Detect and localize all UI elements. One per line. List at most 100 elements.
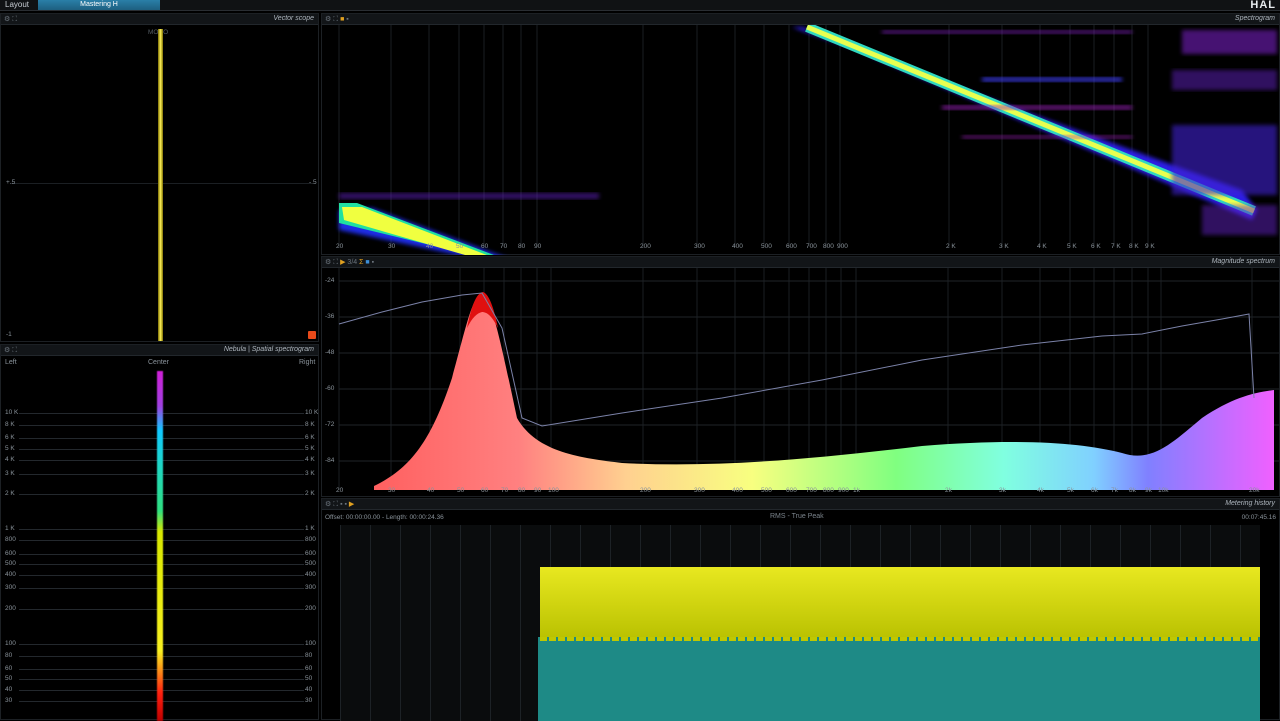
- nebula-freq-label-left: 4 K: [5, 456, 15, 463]
- spectrogram-freq-label: 20: [336, 243, 344, 250]
- panel-settings-icon[interactable]: ⚙ ⛶ ▶ 3/4 Σ ■ ▪: [325, 258, 374, 267]
- magnitude-freq-label: 400: [732, 487, 743, 494]
- nebula-freq-label-right: 800: [305, 536, 316, 543]
- nebula-title: Nebula | Spatial spectrogram: [223, 346, 314, 353]
- magnitude-freq-label: 800: [823, 487, 834, 494]
- nebula-freq-label-right: 50: [305, 675, 313, 682]
- vectorscope-panel: ⚙ ⛶ Vector scope MONO +.5 -.5 -1: [0, 13, 319, 342]
- history-grid-line: [490, 525, 491, 721]
- spectrogram-freq-label: 70: [500, 243, 508, 250]
- spectrogram-freq-label: 800: [823, 243, 834, 250]
- spectrogram-freq-label: 900: [837, 243, 848, 250]
- magnitude-freq-label: 9k: [1145, 487, 1152, 494]
- nebula-freq-label-left: 2 K: [5, 490, 15, 497]
- spectrogram-freq-label: 8 K: [1129, 243, 1139, 250]
- spectrogram-freq-label: 400: [732, 243, 743, 250]
- spectrogram-freq-label: 300: [694, 243, 705, 250]
- spectrogram-freq-label: 40: [426, 243, 434, 250]
- clip-indicator: [308, 331, 316, 339]
- history-grid-line: [370, 525, 371, 721]
- magnitude-freq-label: 80: [518, 487, 526, 494]
- magnitude-panel: ⚙ ⛶ ▶ 3/4 Σ ■ ▪ Magnitude spectrum 20 30 4…: [321, 256, 1280, 497]
- spectrogram-freq-label: 600: [786, 243, 797, 250]
- history-time: 00:07:45.16: [1241, 514, 1276, 521]
- history-grid-line: [460, 525, 461, 721]
- history-offset: Offset: 00:00:00.00 - Length: 00:00:24.3…: [325, 514, 444, 521]
- magnitude-title: Magnitude spectrum: [1211, 258, 1275, 265]
- spectrogram-title: Spectrogram: [1234, 15, 1275, 22]
- nebula-freq-label-left: 100: [5, 640, 16, 647]
- panel-settings-icon[interactable]: ⚙ ⛶ ▪ ▪ ▶: [325, 500, 354, 509]
- preset-tab-mastering[interactable]: Mastering H: [38, 0, 160, 10]
- nebula-freq-label-left: 6 K: [5, 434, 15, 441]
- spectrogram-freq-label: 30: [388, 243, 396, 250]
- nebula-trace: [157, 371, 163, 721]
- magnitude-freq-label: 20: [336, 487, 344, 494]
- magnitude-freq-label: 90: [534, 487, 542, 494]
- nebula-freq-label-left: 8 K: [5, 421, 15, 428]
- spectrogram-plot: [338, 25, 1277, 255]
- spectrogram-panel: ⚙ ⛶ ■ ▪ Spectrogram 20 30 40 50 60 70 80…: [321, 13, 1280, 255]
- layout-menu[interactable]: Layout: [5, 0, 29, 10]
- history-plot-area: [340, 525, 1260, 721]
- history-grid-line: [520, 525, 521, 721]
- history-rms-bar: [540, 567, 1260, 641]
- nebula-freq-label-left: 40: [5, 686, 13, 693]
- magnitude-db-label: -36: [325, 313, 335, 320]
- nebula-panel: ⚙ ⛶ Nebula | Spatial spectrogram Left Ce…: [0, 344, 319, 721]
- nebula-freq-label-left: 10 K: [5, 409, 19, 416]
- nebula-freq-label-left: 800: [5, 536, 16, 543]
- panel-settings-icon[interactable]: ⚙ ⛶ ■ ▪: [325, 15, 349, 24]
- magnitude-freq-label: 700: [806, 487, 817, 494]
- nebula-left-label: Left: [5, 359, 17, 366]
- spectrogram-freq-label: 3 K: [999, 243, 1009, 250]
- nebula-freq-label-left: 400: [5, 571, 16, 578]
- magnitude-freq-label: 300: [694, 487, 705, 494]
- spectrogram-freq-label: 60: [481, 243, 489, 250]
- magnitude-freq-label: 4k: [1037, 487, 1044, 494]
- magnitude-db-label: -24: [325, 277, 335, 284]
- history-mode[interactable]: RMS - True Peak: [770, 513, 824, 520]
- spectrogram-freq-label: 2 K: [946, 243, 956, 250]
- vectorscope-tick-minus: -.5: [309, 179, 317, 186]
- magnitude-freq-label: 20k: [1249, 487, 1260, 494]
- magnitude-freq-label: 60: [481, 487, 489, 494]
- nebula-freq-label-right: 10 K: [305, 409, 319, 416]
- magnitude-freq-label: 500: [761, 487, 772, 494]
- panel-settings-icon[interactable]: ⚙ ⛶: [4, 15, 17, 24]
- history-panel: ⚙ ⛶ ▪ ▪ ▶ Metering history Offset: 00:00…: [321, 498, 1280, 721]
- magnitude-toolbar-value: 3/4: [347, 259, 358, 266]
- nebula-center-label: Center: [148, 359, 170, 366]
- magnitude-freq-label: 50: [457, 487, 465, 494]
- spectrogram-sweep-low: [339, 193, 599, 255]
- nebula-freq-label-right: 8 K: [305, 421, 315, 428]
- nebula-freq-label-left: 80: [5, 652, 13, 659]
- nebula-freq-label-right: 80: [305, 652, 313, 659]
- magnitude-freq-label: 5k: [1067, 487, 1074, 494]
- nebula-freq-label-left: 3 K: [5, 470, 15, 477]
- spectrogram-header: ⚙ ⛶ ■ ▪ Spectrogram: [322, 14, 1279, 25]
- nebula-right-label: Right: [299, 359, 316, 366]
- nebula-freq-label-right: 100: [305, 640, 316, 647]
- nebula-header: ⚙ ⛶ Nebula | Spatial spectrogram: [1, 345, 318, 356]
- nebula-freq-label-right: 4 K: [305, 456, 315, 463]
- magnitude-freq-label: 40: [427, 487, 435, 494]
- nebula-freq-label-right: 400: [305, 571, 316, 578]
- magnitude-freq-label: 100: [548, 487, 559, 494]
- spectrogram-sweep-main: [792, 25, 1277, 235]
- nebula-freq-label-left: 200: [5, 605, 16, 612]
- nebula-freq-label-right: 40: [305, 686, 313, 693]
- magnitude-plot: [338, 268, 1279, 490]
- magnitude-db-label: -60: [325, 385, 335, 392]
- nebula-freq-label-right: 200: [305, 605, 316, 612]
- history-peak-bar: [538, 641, 1260, 721]
- magnitude-freq-label: 900: [838, 487, 849, 494]
- spectrogram-freq-label: 700: [806, 243, 817, 250]
- history-header: ⚙ ⛶ ▪ ▪ ▶ Metering history: [322, 499, 1279, 510]
- magnitude-freq-label: 7k: [1111, 487, 1118, 494]
- panel-settings-icon[interactable]: ⚙ ⛶: [4, 346, 17, 355]
- magnitude-freq-label: 600: [786, 487, 797, 494]
- nebula-freq-label-left: 300: [5, 584, 16, 591]
- nebula-freq-label-right: 2 K: [305, 490, 315, 497]
- magnitude-db-label: -72: [325, 421, 335, 428]
